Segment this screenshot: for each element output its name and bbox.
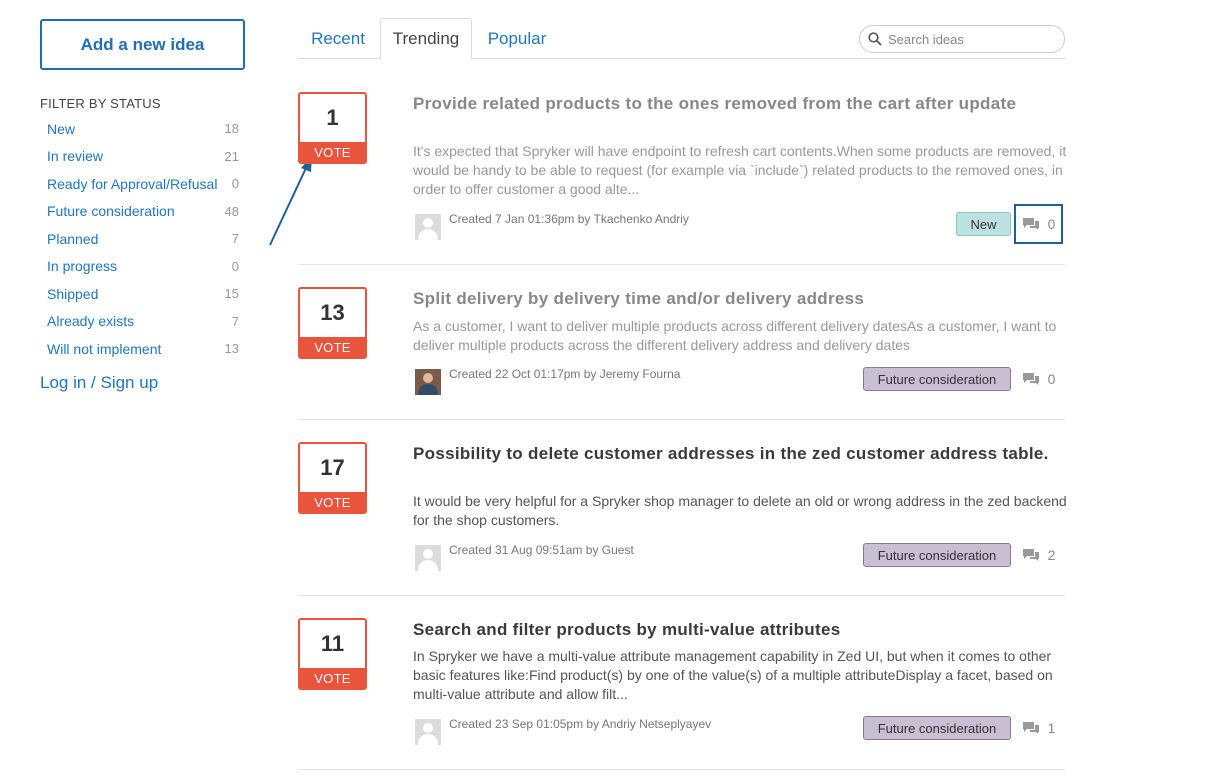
idea-item: 1 VOTE Provide related products to the o… (298, 59, 1067, 265)
vote-count: 11 (320, 631, 345, 656)
idea-created-info: Created 7 Jan 01:36pm by Tkachenko Andri… (449, 212, 689, 226)
idea-meta: Created 31 Aug 09:51am by Guest (415, 543, 634, 571)
search-input[interactable] (888, 31, 1058, 47)
idea-meta: Created 22 Oct 01:17pm by Jeremy Fourna (415, 367, 680, 395)
status-filter-in-review[interactable]: In review 21 (40, 143, 245, 171)
idea-item: 17 VOTE Possibility to delete customer a… (298, 420, 1067, 596)
status-filter-will-not-implement[interactable]: Will not implement 13 (40, 335, 245, 363)
comment-icon (1022, 722, 1039, 734)
comment-icon (1022, 549, 1039, 561)
vote-label: VOTE (300, 492, 365, 512)
comments-button[interactable]: 1 (1014, 708, 1063, 748)
idea-description: It would be very helpful for a Spryker s… (413, 493, 1067, 528)
vote-count: 13 (320, 300, 345, 325)
status-filter-ready-for-approval[interactable]: Ready for Approval/Refusal 0 (40, 170, 245, 198)
idea-item: 13 VOTE Split delivery by delivery time … (298, 265, 1065, 420)
status-filter-already-exists[interactable]: Already exists 7 (40, 308, 245, 336)
comment-count: 1 (1047, 720, 1056, 736)
filter-by-status-heading: FILTER BY STATUS (40, 96, 161, 111)
status-badge: Future consideration (863, 716, 1011, 740)
status-filter-list: New 18 In review 21 Ready for Approval/Ref… (40, 115, 245, 363)
status-filter-future-consideration[interactable]: Future consideration 48 (40, 198, 245, 226)
vote-count: 17 (320, 455, 345, 480)
idea-description: As a customer, I want to deliver multipl… (413, 318, 1057, 353)
sidebar: Add a new idea FILTER BY STATUS New 18 In… (40, 19, 245, 393)
vote-button[interactable]: 13 VOTE (298, 287, 367, 359)
comments-button[interactable]: 0 (1014, 359, 1063, 399)
status-count: 21 (224, 148, 239, 164)
status-label: Planned (47, 230, 99, 247)
status-badge: New (956, 212, 1011, 236)
comment-count: 0 (1047, 371, 1056, 387)
vote-label: VOTE (300, 337, 365, 357)
status-filter-planned[interactable]: Planned 7 (40, 225, 245, 253)
search-icon (868, 32, 882, 46)
idea-title[interactable]: Provide related products to the ones rem… (413, 93, 1053, 114)
comment-count: 2 (1047, 547, 1056, 563)
tabs-bar: Recent Trending Popular (298, 18, 1065, 60)
idea-created-info: Created 31 Aug 09:51am by Guest (449, 543, 634, 557)
status-badge: Future consideration (863, 367, 1011, 391)
status-label: In review (47, 148, 104, 165)
status-count: 7 (231, 231, 239, 247)
status-filter-new[interactable]: New 18 (40, 115, 245, 143)
vote-button[interactable]: 11 VOTE (298, 618, 367, 690)
tab-popular[interactable]: Popular (476, 18, 558, 59)
comments-button[interactable]: 2 (1014, 535, 1063, 575)
vote-count: 1 (326, 105, 339, 130)
status-label: New (47, 120, 76, 137)
vote-button[interactable]: 1 VOTE (298, 92, 367, 164)
avatar (415, 719, 441, 745)
tab-recent[interactable]: Recent (298, 18, 378, 59)
avatar (415, 369, 441, 395)
status-label: Ready for Approval/Refusal (47, 175, 218, 192)
idea-title[interactable]: Possibility to delete customer addresses… (413, 443, 1053, 464)
status-badge: Future consideration (863, 543, 1011, 567)
login-signup-link[interactable]: Log in / Sign up (40, 373, 245, 393)
main-content: Recent Trending Popular 1 VOTE Provide r… (298, 18, 1067, 770)
comment-count: 0 (1047, 216, 1056, 232)
idea-title[interactable]: Split delivery by delivery time and/or d… (413, 288, 1053, 309)
status-count: 18 (224, 121, 239, 137)
idea-description: In Spryker we have a multi-value attribu… (413, 648, 1053, 702)
status-count: 15 (224, 286, 239, 302)
status-count: 13 (224, 341, 239, 357)
idea-created-info: Created 22 Oct 01:17pm by Jeremy Fourna (449, 367, 681, 381)
tab-trending[interactable]: Trending (380, 18, 472, 60)
comment-icon (1022, 373, 1039, 385)
status-label: Future consideration (47, 203, 175, 220)
status-count: 0 (231, 258, 239, 274)
idea-title[interactable]: Search and filter products by multi-valu… (413, 619, 1053, 640)
idea-created-info: Created 23 Sep 01:05pm by Andriy Netsepl… (449, 717, 712, 731)
search-box (859, 25, 1065, 53)
avatar (415, 214, 441, 240)
vote-label: VOTE (300, 142, 365, 162)
vote-button[interactable]: 17 VOTE (298, 442, 367, 514)
status-count: 0 (231, 176, 239, 192)
avatar (415, 545, 441, 571)
vote-label: VOTE (300, 668, 365, 688)
status-count: 7 (231, 313, 239, 329)
add-new-idea-button[interactable]: Add a new idea (40, 19, 245, 70)
status-label: Already exists (47, 313, 135, 330)
comment-icon (1022, 218, 1039, 230)
idea-description: It's expected that Spryker will have end… (413, 143, 1067, 197)
status-label: Shipped (47, 285, 99, 302)
status-label: Will not implement (47, 340, 162, 357)
idea-item: 11 VOTE Search and filter products by mu… (298, 596, 1065, 770)
status-label: In progress (47, 258, 118, 275)
status-filter-in-progress[interactable]: In progress 0 (40, 253, 245, 281)
idea-meta: Created 23 Sep 01:05pm by Andriy Netsepl… (415, 717, 711, 745)
comments-button[interactable]: 0 (1014, 204, 1063, 244)
status-filter-shipped[interactable]: Shipped 15 (40, 280, 245, 308)
status-count: 48 (224, 203, 239, 219)
idea-meta: Created 7 Jan 01:36pm by Tkachenko Andri… (415, 212, 689, 240)
